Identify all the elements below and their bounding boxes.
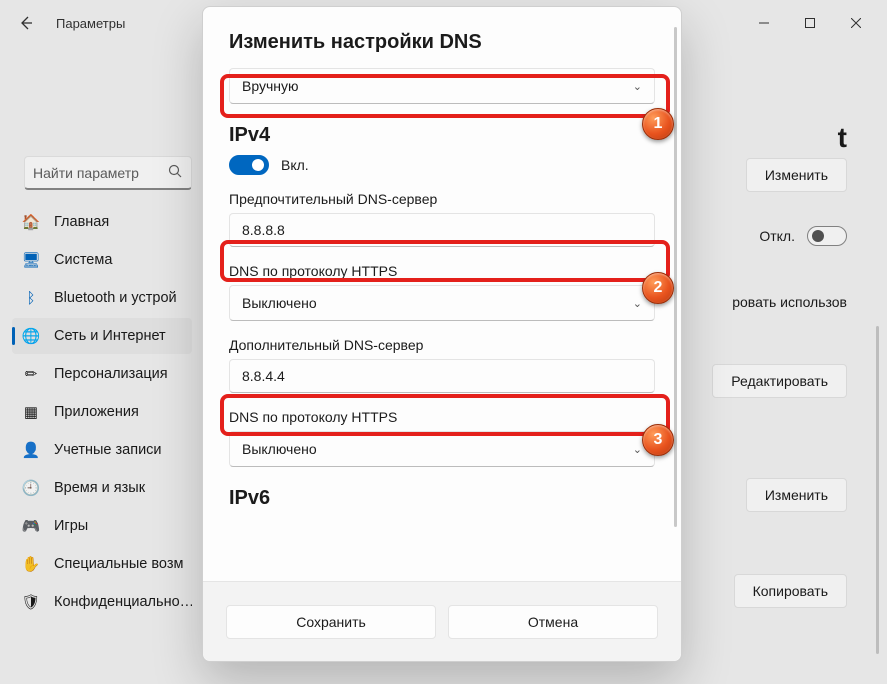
- chevron-down-icon: ⌄: [633, 443, 642, 456]
- dialog-body: Изменить настройки DNS Вручную ⌄ IPv4 Вк…: [203, 7, 681, 581]
- alternate-dns-value: 8.8.4.4: [242, 368, 285, 384]
- cancel-button[interactable]: Отмена: [448, 605, 658, 639]
- doh-dropdown[interactable]: Выключено ⌄: [229, 285, 655, 321]
- preferred-dns-label: Предпочтительный DNS-сервер: [229, 191, 655, 207]
- dns-mode-dropdown[interactable]: Вручную ⌄: [229, 68, 655, 104]
- dialog-title: Изменить настройки DNS: [229, 31, 655, 54]
- preferred-dns-value: 8.8.8.8: [242, 222, 285, 238]
- doh2-label: DNS по протоколу HTTPS: [229, 409, 655, 425]
- doh2-value: Выключено: [242, 441, 317, 457]
- dialog-footer: Сохранить Отмена: [203, 581, 681, 661]
- dns-mode-value: Вручную: [242, 78, 299, 94]
- doh-label: DNS по протоколу HTTPS: [229, 263, 655, 279]
- chevron-down-icon: ⌄: [633, 80, 642, 93]
- chevron-down-icon: ⌄: [633, 297, 642, 310]
- dialog-scrollbar[interactable]: [674, 27, 677, 527]
- doh2-dropdown[interactable]: Выключено ⌄: [229, 431, 655, 467]
- ipv4-toggle-label: Вкл.: [281, 157, 309, 173]
- ipv4-toggle-row: Вкл.: [229, 155, 655, 175]
- alternate-dns-input[interactable]: 8.8.4.4: [229, 359, 655, 393]
- save-button[interactable]: Сохранить: [226, 605, 436, 639]
- alternate-dns-label: Дополнительный DNS-сервер: [229, 337, 655, 353]
- preferred-dns-input[interactable]: 8.8.8.8: [229, 213, 655, 247]
- dns-dialog: Изменить настройки DNS Вручную ⌄ IPv4 Вк…: [202, 6, 682, 662]
- doh-value: Выключено: [242, 295, 317, 311]
- ipv4-toggle[interactable]: [229, 155, 269, 175]
- ipv4-heading: IPv4: [229, 124, 655, 147]
- ipv6-heading: IPv6: [229, 487, 655, 510]
